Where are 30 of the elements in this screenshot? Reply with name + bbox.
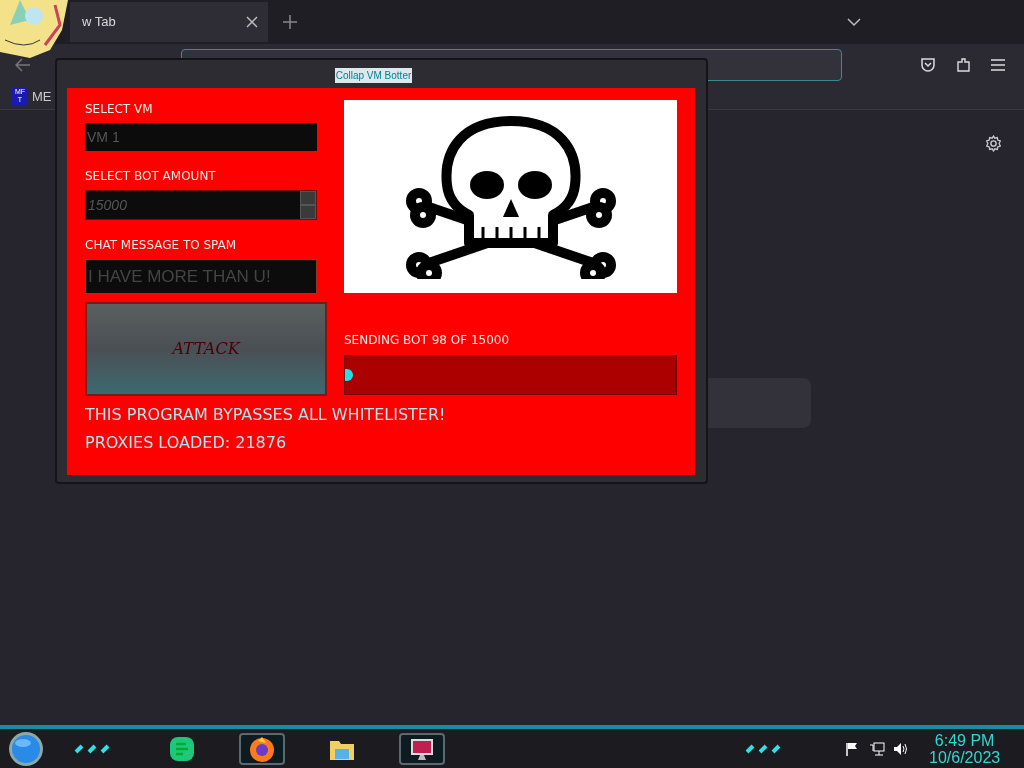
- tab-title: w Tab: [82, 13, 116, 32]
- chevron-down-icon[interactable]: [847, 17, 861, 27]
- menu-icon[interactable]: [991, 58, 1005, 71]
- attack-button[interactable]: ATTACK: [85, 302, 327, 396]
- info-text: THIS PROGRAM BYPASSES ALL WHITELISTER!: [85, 405, 447, 425]
- puzzle-icon[interactable]: [956, 56, 972, 73]
- info-text: PROXIES LOADED: 21876: [85, 433, 288, 453]
- bookmark-label[interactable]: ME: [32, 87, 52, 107]
- close-icon[interactable]: [246, 16, 258, 28]
- browser-tab[interactable]: w Tab: [70, 2, 268, 42]
- field-label: SELECT VM: [85, 101, 154, 118]
- notes-app-icon: [168, 734, 196, 763]
- taskbar-button[interactable]: [399, 732, 445, 765]
- new-tab-icon[interactable]: [283, 15, 297, 29]
- back-arrow-icon[interactable]: [15, 57, 31, 72]
- field-label: CHAT MESSAGE TO SPAM: [85, 237, 238, 254]
- vm-field[interactable]: VM 1: [85, 123, 317, 151]
- field-label: SELECT BOT AMOUNT: [85, 168, 217, 185]
- progress-label: SENDING BOT 98 OF 15000: [344, 332, 511, 349]
- taskbar-button[interactable]: [239, 732, 285, 765]
- pocket-icon[interactable]: [920, 56, 936, 73]
- window-title: Collap VM Botter: [334, 67, 413, 83]
- settings-icon[interactable]: [985, 135, 1002, 152]
- clock-time: 6:49 PM: [934, 731, 995, 749]
- flag-icon[interactable]: [845, 741, 859, 756]
- start-orb-icon[interactable]: [8, 730, 44, 767]
- clock-date: 10/6/2023: [929, 748, 1001, 766]
- network-icon[interactable]: [869, 741, 885, 756]
- speaker-icon[interactable]: [893, 741, 909, 756]
- message-field[interactable]: I HAVE MORE THAN U!: [85, 259, 317, 294]
